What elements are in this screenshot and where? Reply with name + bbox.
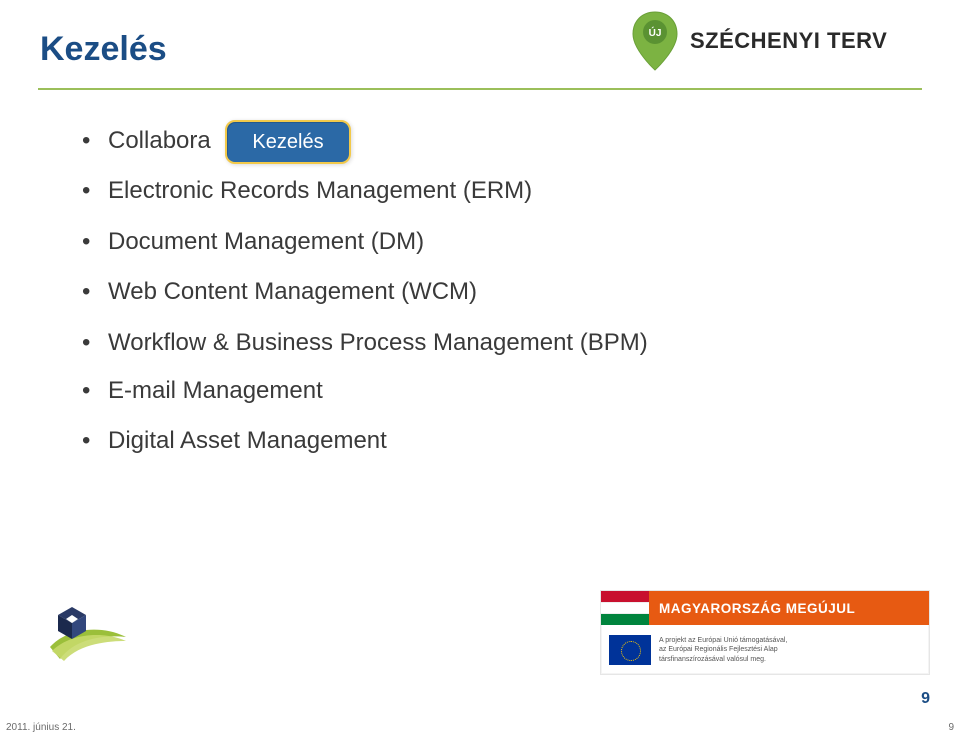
page-title: Kezelés <box>40 30 167 69</box>
list-item: Collabora <box>80 125 800 157</box>
uj-badge-text: ÚJ <box>649 26 662 39</box>
callout-label: Kezelés <box>252 131 323 154</box>
divider <box>38 88 922 90</box>
slide: Kezelés ÚJ SZÉCHENYI TERV Kezelés Collab… <box>0 0 960 720</box>
cube-icon <box>54 605 90 641</box>
list-item: Document Management (DM) <box>80 226 800 258</box>
eu-flag-icon <box>609 635 651 665</box>
szechenyi-logo: ÚJ SZÉCHENYI TERV <box>630 6 930 76</box>
map-pin-icon: ÚJ <box>630 10 680 72</box>
hungary-flag-icon <box>601 591 649 625</box>
list-item: Web Content Management (WCM) <box>80 276 800 308</box>
list-item: Electronic Records Management (ERM) <box>80 175 800 207</box>
szechenyi-text: SZÉCHENYI TERV <box>690 28 887 54</box>
list-item: E-mail Management <box>80 375 800 407</box>
megujul-headline: MAGYARORSZÁG MEGÚJUL <box>649 591 929 625</box>
notes-page: 9 <box>948 722 954 736</box>
list-item: Digital Asset Management <box>80 425 800 457</box>
eu-text-line: A projekt az Európai Unió támogatásával, <box>659 636 787 645</box>
page-number: 9 <box>921 690 930 708</box>
callout-badge: Kezelés <box>225 120 351 164</box>
footer-bottom: A projekt az Európai Unió támogatásával,… <box>601 625 929 675</box>
eu-funding-text: A projekt az Európai Unió támogatásával,… <box>659 636 787 664</box>
company-logo <box>48 605 138 665</box>
eu-text-line: az Európai Regionális Fejlesztési Alap <box>659 645 787 654</box>
notes-date: 2011. június 21. <box>6 722 76 736</box>
eu-text-line: társfinanszírozásával valósul meg. <box>659 655 787 664</box>
bullet-list: Collabora Electronic Records Management … <box>80 125 800 458</box>
footer-top: MAGYARORSZÁG MEGÚJUL <box>601 591 929 625</box>
content-area: Collabora Electronic Records Management … <box>80 125 800 476</box>
eu-footer-block: MAGYARORSZÁG MEGÚJUL A projekt az Európa… <box>600 590 930 675</box>
presenter-notes-bar: 2011. június 21. 9 <box>0 720 960 736</box>
list-item: Workflow & Business Process Management (… <box>80 327 800 359</box>
